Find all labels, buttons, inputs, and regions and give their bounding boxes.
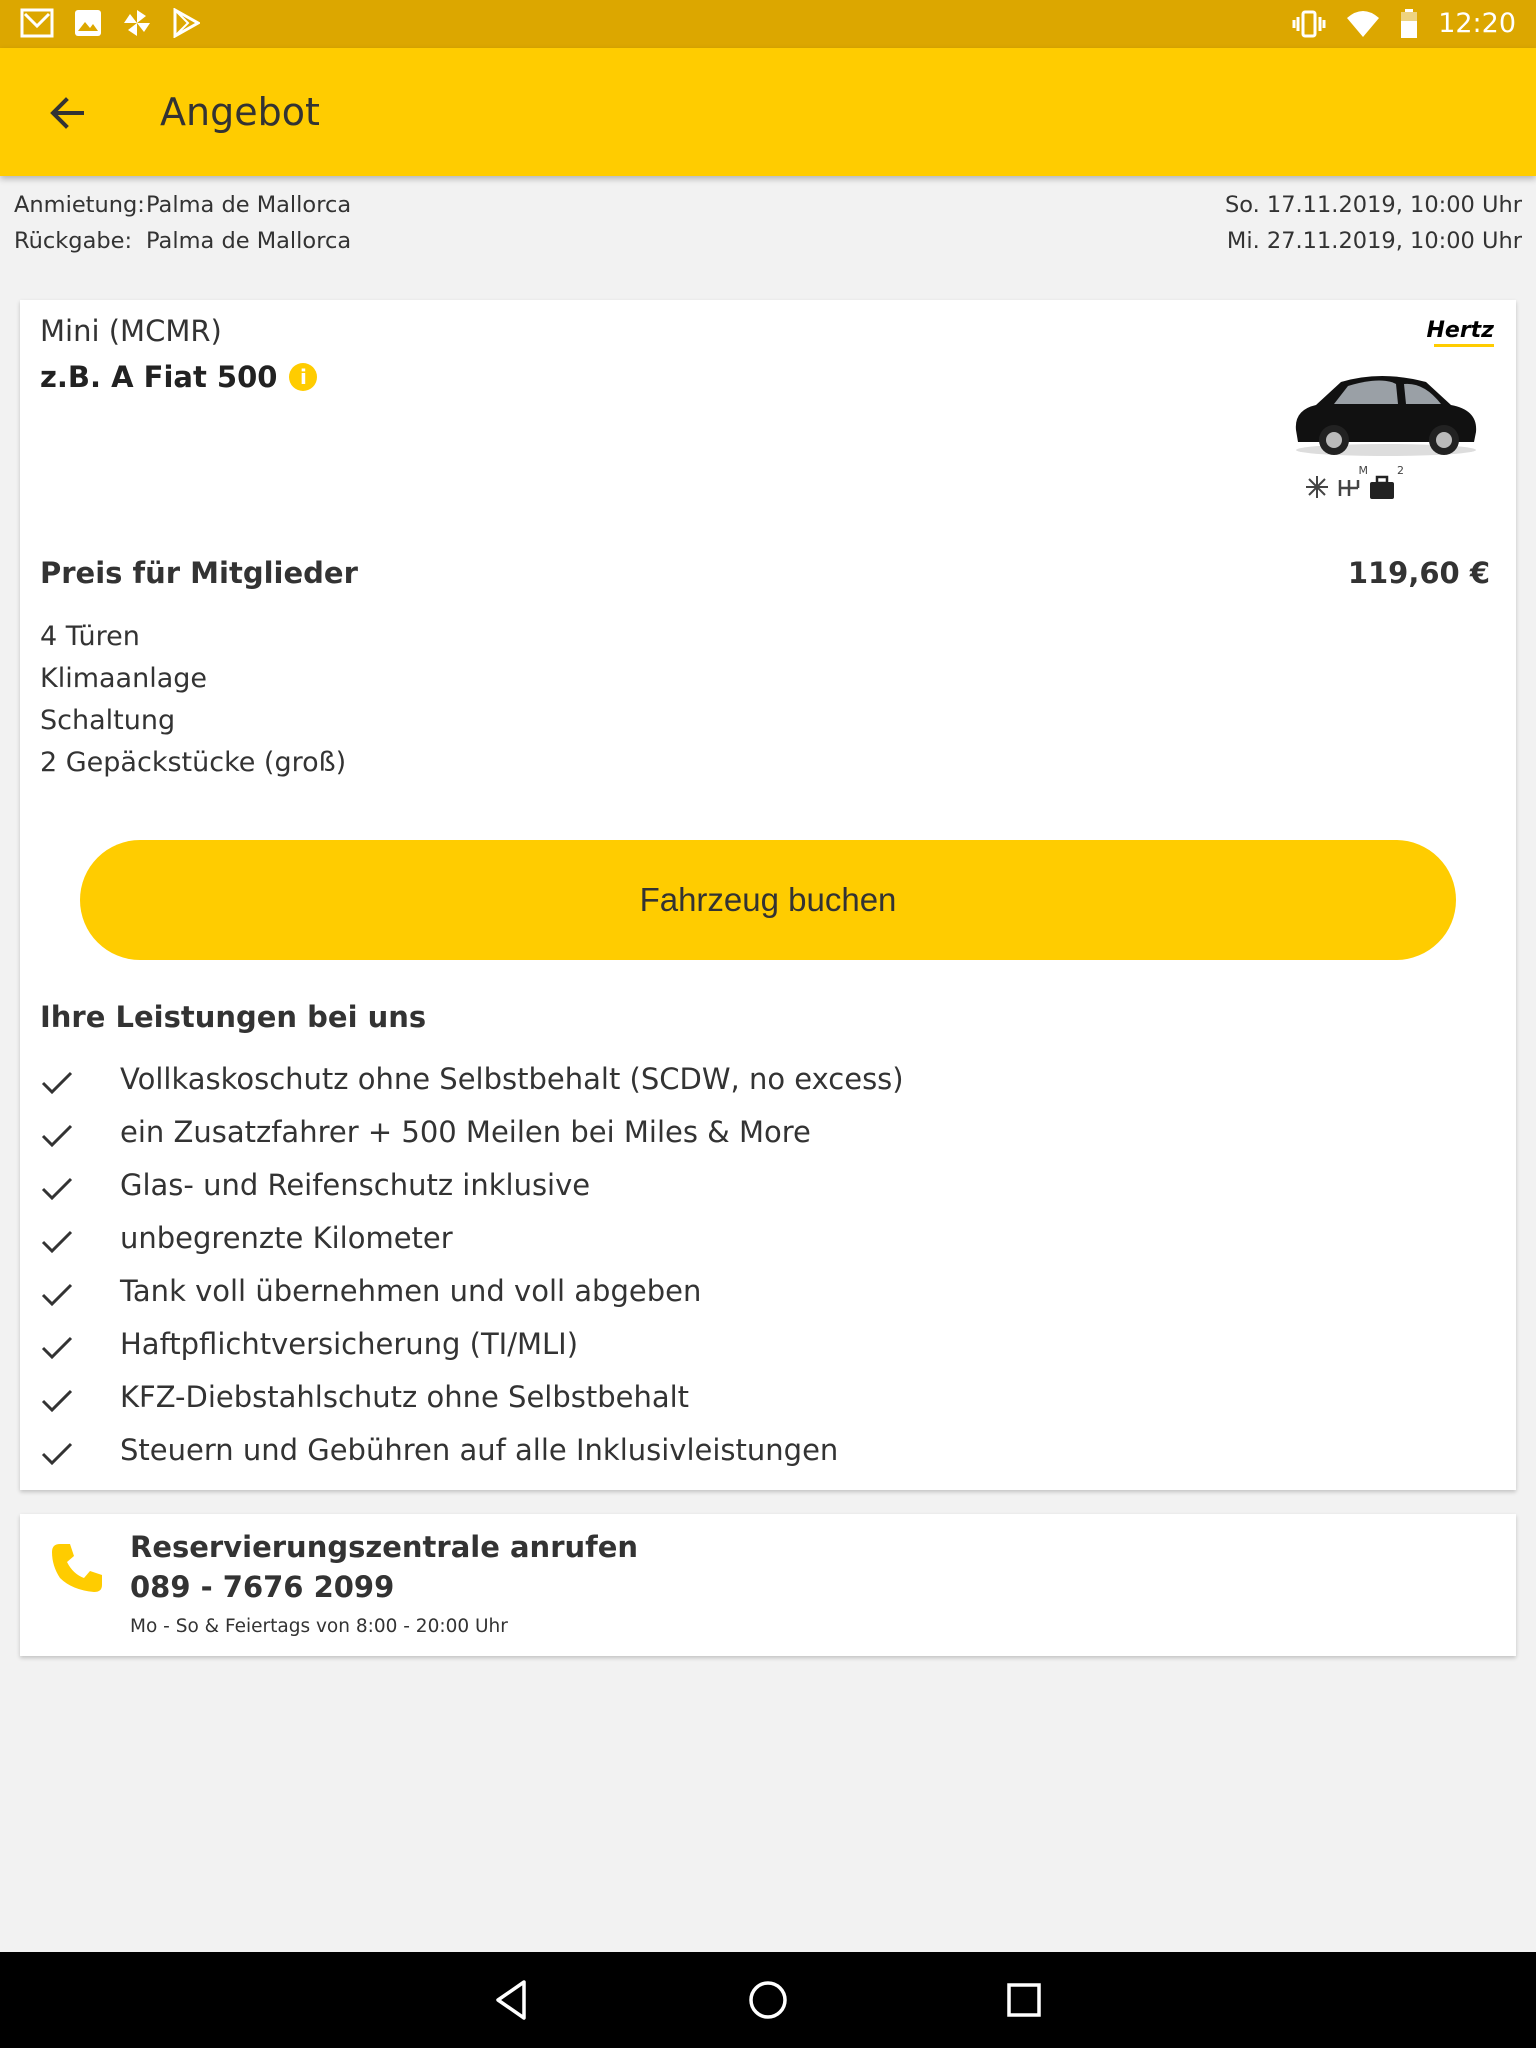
service-label: Glas- und Reifenschutz inklusive: [120, 1168, 591, 1202]
page-title: Angebot: [160, 90, 320, 134]
pickup-row: Anmietung: Palma de Mallorca So. 17.11.2…: [14, 192, 1522, 228]
service-item: Vollkaskoschutz ohne Selbstbehalt (SCDW,…: [40, 1062, 1480, 1115]
spec-item: Schaltung: [40, 705, 176, 736]
back-button[interactable]: [42, 88, 102, 138]
gmail-icon: [20, 8, 54, 38]
luggage-feature: 2: [1368, 464, 1404, 500]
checkmark-icon: [41, 1230, 73, 1254]
spec-item: 2 Gepäckstücke (groß): [40, 747, 347, 778]
service-label: Steuern und Gebühren auf alle Inklusivle…: [120, 1433, 839, 1467]
gallery-icon: [75, 10, 101, 36]
gearshift-icon: [1338, 480, 1360, 496]
return-place: Palma de Mallorca: [146, 228, 352, 254]
service-item: ein Zusatzfahrer + 500 Meilen bei Miles …: [40, 1115, 1480, 1168]
service-label: Vollkaskoschutz ohne Selbstbehalt (SCDW,…: [120, 1062, 904, 1096]
return-date: Mi. 27.11.2019, 10:00 Uhr: [1226, 228, 1522, 254]
service-label: unbegrenzte Kilometer: [120, 1221, 453, 1255]
play-store-icon: [173, 8, 200, 38]
service-item: Steuern und Gebühren auf alle Inklusivle…: [40, 1433, 1480, 1486]
phone-icon: [52, 1544, 102, 1592]
arrow-left-icon: [50, 97, 84, 129]
service-label: ein Zusatzfahrer + 500 Meilen bei Miles …: [120, 1115, 811, 1149]
return-row: Rückgabe: Palma de Mallorca Mi. 27.11.20…: [14, 228, 1522, 264]
back-nav-icon[interactable]: [488, 1976, 536, 2024]
battery-icon: [1401, 9, 1418, 38]
checkmark-icon: [41, 1283, 73, 1307]
navigation-bar: [0, 1952, 1536, 2048]
vibrate-icon: [1292, 10, 1326, 38]
call-title: Reservierungszentrale anrufen: [130, 1530, 639, 1564]
checkmark-icon: [41, 1124, 73, 1148]
rental-summary: Anmietung: Palma de Mallorca So. 17.11.2…: [14, 192, 1522, 264]
service-item: Glas- und Reifenschutz inklusive: [40, 1168, 1480, 1221]
service-label: Tank voll übernehmen und voll abgeben: [120, 1274, 702, 1308]
checkmark-icon: [41, 1071, 73, 1095]
checkmark-icon: [41, 1389, 73, 1413]
book-vehicle-button[interactable]: Fahrzeug buchen: [80, 840, 1456, 960]
car-category: Mini (MCMR): [40, 314, 222, 348]
service-item: Tank voll übernehmen und voll abgeben: [40, 1274, 1480, 1327]
call-reservation-card[interactable]: Reservierungszentrale anrufen 089 - 7676…: [20, 1514, 1516, 1656]
car-specs: 4 Türen Klimaanlage Schaltung 2 Gepäckst…: [40, 616, 346, 784]
offer-card: Mini (MCMR) z.B. A Fiat 500 i Hertz M 2 …: [20, 300, 1516, 1490]
pickup-label: Anmietung:: [14, 192, 145, 218]
recents-nav-icon[interactable]: [1000, 1976, 1048, 2024]
service-label: Haftpflichtversicherung (TI/MLI): [120, 1327, 579, 1361]
spec-item: Klimaanlage: [40, 663, 208, 694]
car-feature-icons: M 2: [1304, 464, 1404, 500]
luggage-badge: 2: [1397, 464, 1404, 477]
manual-transmission-feature: M: [1336, 464, 1368, 500]
status-bar: 12:20: [0, 0, 1536, 48]
price-label: Preis für Mitglieder: [40, 556, 358, 590]
checkmark-icon: [41, 1177, 73, 1201]
car-image: [1295, 376, 1477, 456]
air-conditioning-icon: [1306, 476, 1328, 498]
wifi-icon: [1347, 11, 1380, 37]
checkmark-icon: [41, 1336, 73, 1360]
service-item: Haftpflichtversicherung (TI/MLI): [40, 1327, 1480, 1380]
app-bar: Angebot: [0, 48, 1536, 176]
car-model: z.B. A Fiat 500 i: [40, 360, 318, 394]
service-item: KFZ-Diebstahlschutz ohne Selbstbehalt: [40, 1380, 1480, 1433]
return-label: Rückgabe:: [14, 228, 133, 254]
call-hours: Mo - So & Feiertags von 8:00 - 20:00 Uhr: [130, 1616, 508, 1637]
services-list: Vollkaskoschutz ohne Selbstbehalt (SCDW,…: [40, 1062, 1480, 1486]
service-item: unbegrenzte Kilometer: [40, 1221, 1480, 1274]
transmission-badge: M: [1358, 464, 1369, 477]
suitcase-icon: [1370, 475, 1394, 499]
services-title: Ihre Leistungen bei uns: [40, 1000, 427, 1034]
pickup-date: So. 17.11.2019, 10:00 Uhr: [1224, 192, 1522, 218]
phone-number[interactable]: 089 - 7676 2099: [130, 1570, 394, 1604]
pickup-place: Palma de Mallorca: [146, 192, 352, 218]
service-label: KFZ-Diebstahlschutz ohne Selbstbehalt: [120, 1380, 690, 1414]
clock: 12:20: [1438, 8, 1516, 39]
price-value: 119,60 €: [1347, 556, 1490, 590]
car-model-label: z.B. A Fiat 500: [40, 360, 278, 394]
brand-underline: [1434, 344, 1494, 347]
spec-item: 4 Türen: [40, 621, 140, 652]
pinwheel-icon: [124, 10, 150, 36]
info-icon[interactable]: i: [289, 363, 318, 391]
checkmark-icon: [41, 1442, 73, 1466]
home-nav-icon[interactable]: [744, 1976, 792, 2024]
brand-logo: Hertz: [1426, 318, 1494, 343]
